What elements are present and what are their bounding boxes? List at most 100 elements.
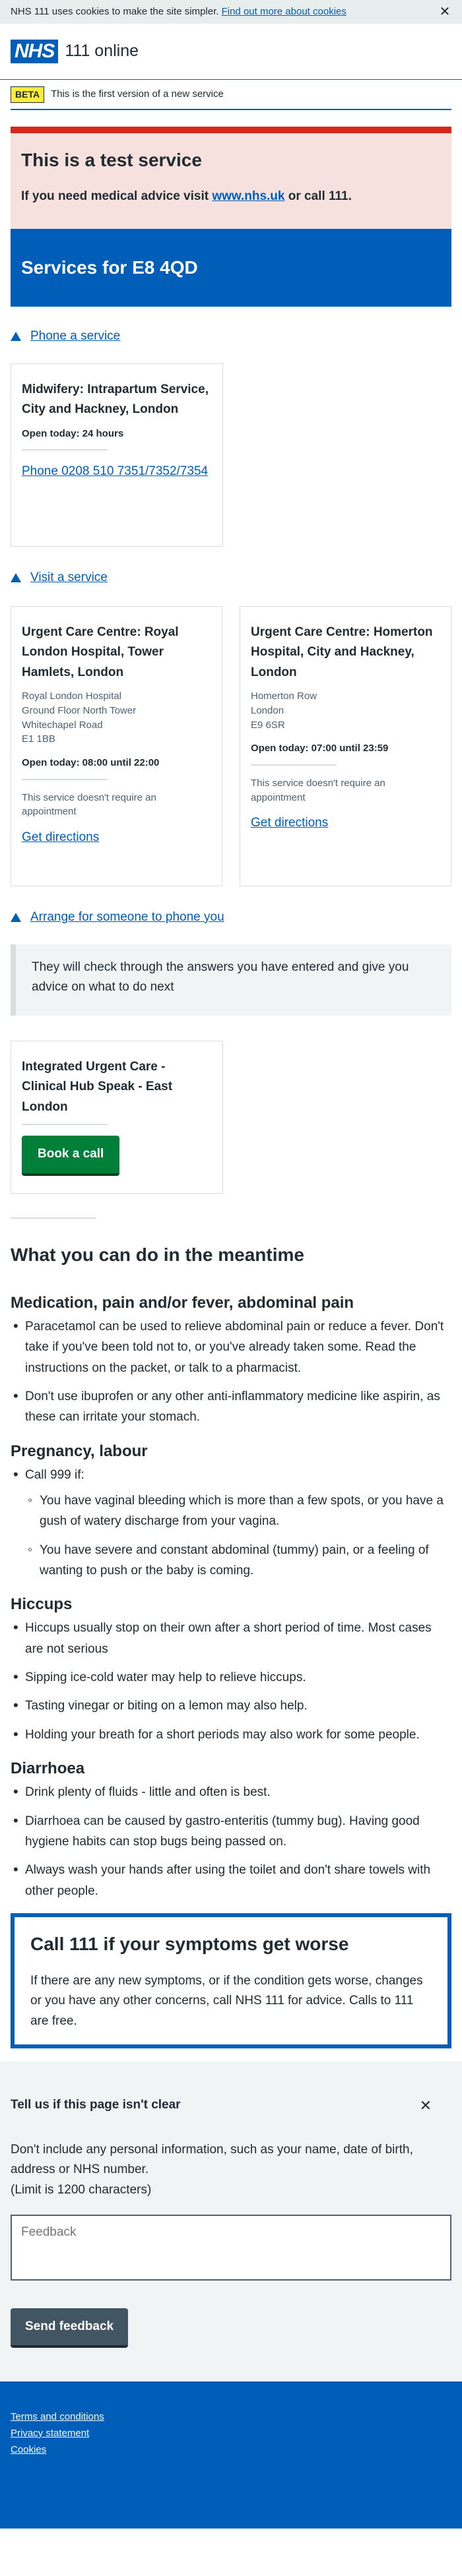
service-name[interactable]: 111 online bbox=[65, 39, 139, 64]
care-card-title: Call 111 if your symptoms get worse bbox=[30, 1933, 349, 1954]
service-card: Urgent Care Centre: Royal London Hospita… bbox=[11, 606, 222, 886]
test-service-title: This is a test service bbox=[21, 150, 202, 170]
sub-list: You have vaginal bleeding which is more … bbox=[25, 1490, 451, 1581]
service-card: Midwifery: Intrapartum Service, City and… bbox=[11, 363, 223, 547]
card-divider bbox=[22, 449, 108, 451]
footer-link-privacy[interactable]: Privacy statement bbox=[11, 2426, 451, 2442]
feedback-text: Don't include any personal information, … bbox=[11, 2143, 413, 2177]
feedback-input[interactable] bbox=[11, 2215, 451, 2281]
beta-divider bbox=[11, 109, 451, 110]
meantime-title: What you can do in the meantime bbox=[11, 1244, 304, 1265]
opening-times: Open today: 07:00 until 23:59 bbox=[251, 743, 389, 754]
callback-link[interactable]: Arrange for someone to phone you bbox=[30, 908, 224, 927]
address-line: Royal London Hospital bbox=[22, 690, 121, 702]
list-item-text: Call 999 if: bbox=[25, 1467, 84, 1482]
book-call-button[interactable]: Book a call bbox=[22, 1136, 120, 1176]
send-feedback-button[interactable]: Send feedback bbox=[11, 2308, 129, 2348]
advice-section: Medication, pain and/or fever, abdominal… bbox=[0, 1291, 462, 1901]
service-name-heading: Urgent Care Centre: Royal London Hospita… bbox=[22, 625, 179, 679]
list-item: Call 999 if: You have vaginal bleeding w… bbox=[11, 1465, 451, 1581]
address-line: Whitechapel Road bbox=[22, 719, 103, 731]
cookie-text: NHS 111 uses cookies to make the site si… bbox=[11, 5, 219, 17]
feedback-instructions: Don't include any personal information, … bbox=[11, 2140, 451, 2200]
nhs-website-link[interactable]: www.nhs.uk bbox=[212, 189, 284, 203]
beta-banner: BETA This is the first version of a new … bbox=[0, 80, 462, 109]
services-title: Services for E8 4QD bbox=[21, 257, 198, 278]
cookie-banner: NHS 111 uses cookies to make the site si… bbox=[0, 0, 462, 24]
test-service-text: If you need medical advice visit www.nhs… bbox=[21, 187, 441, 206]
visit-service-link[interactable]: Visit a service bbox=[30, 568, 108, 588]
service-name-heading: Midwifery: Intrapartum Service, City and… bbox=[22, 383, 209, 417]
visit-service-toggle[interactable]: Visit a service bbox=[0, 567, 462, 589]
feedback-limit: (Limit is 1200 characters) bbox=[11, 2182, 152, 2197]
site-header: NHS 111 online bbox=[0, 24, 462, 79]
list-item: Hiccups usually stop on their own after … bbox=[11, 1618, 451, 1659]
address-line: E9 6SR bbox=[251, 719, 285, 731]
list-item: Sipping ice-cold water may help to relie… bbox=[11, 1667, 451, 1688]
get-directions-link[interactable]: Get directions bbox=[22, 830, 99, 844]
triangle-up-icon bbox=[11, 913, 21, 922]
address-line: Homerton Row bbox=[251, 690, 317, 702]
advice-list: Paracetamol can be used to relieve abdom… bbox=[11, 1316, 451, 1428]
triangle-up-icon bbox=[11, 573, 21, 582]
site-footer: Terms and conditions Privacy statement C… bbox=[0, 2381, 462, 2529]
sub-list-item: You have severe and constant abdominal (… bbox=[25, 1540, 451, 1581]
service-name-heading: Urgent Care Centre: Homerton Hospital, C… bbox=[251, 625, 433, 679]
advice-list: Hiccups usually stop on their own after … bbox=[11, 1618, 451, 1745]
footer-link-cookies[interactable]: Cookies bbox=[11, 2442, 451, 2459]
card-divider bbox=[22, 778, 108, 780]
card-divider bbox=[22, 1124, 108, 1126]
triangle-up-icon bbox=[11, 332, 21, 341]
appointment-note: This service doesn't require an appointm… bbox=[251, 777, 385, 803]
test-service-text-after: or call 111. bbox=[284, 189, 352, 203]
advice-heading: Hiccups bbox=[11, 1595, 73, 1614]
callback-toggle[interactable]: Arrange for someone to phone you bbox=[0, 906, 462, 929]
service-card: Urgent Care Centre: Homerton Hospital, C… bbox=[240, 606, 451, 886]
sub-list-item: You have vaginal bleeding which is more … bbox=[25, 1490, 451, 1532]
service-card: Integrated Urgent Care - Clinical Hub Sp… bbox=[11, 1041, 223, 1194]
list-item: Always wash your hands after using the t… bbox=[11, 1860, 451, 1901]
footer-link-terms[interactable]: Terms and conditions bbox=[11, 2409, 451, 2426]
service-address: Royal London Hospital Ground Floor North… bbox=[22, 689, 211, 747]
callback-info: They will check through the answers you … bbox=[11, 944, 451, 1016]
test-service-notice: This is a test service If you need medic… bbox=[11, 127, 451, 229]
advice-heading: Pregnancy, labour bbox=[11, 1442, 148, 1460]
list-item: Holding your breath for a short periods … bbox=[11, 1725, 451, 1745]
advice-list: Drink plenty of fluids - little and ofte… bbox=[11, 1782, 451, 1901]
card-divider bbox=[251, 764, 337, 766]
service-address: Homerton Row London E9 6SR bbox=[251, 689, 440, 732]
phone-service-link[interactable]: Phone a service bbox=[30, 327, 120, 346]
phone-service-cards: Midwifery: Intrapartum Service, City and… bbox=[0, 363, 462, 547]
get-directions-link[interactable]: Get directions bbox=[251, 816, 328, 830]
close-icon[interactable]: ✕ bbox=[438, 2, 451, 22]
beta-tag: BETA bbox=[11, 86, 45, 103]
care-card-text: If there are any new symptoms, or if the… bbox=[30, 1973, 423, 2028]
opening-times: Open today: 08:00 until 22:00 bbox=[22, 757, 160, 769]
nhs-logo[interactable]: NHS bbox=[11, 40, 59, 63]
callback-cards: Integrated Urgent Care - Clinical Hub Sp… bbox=[0, 1041, 462, 1194]
phone-link[interactable]: Phone 0208 510 7351/7352/7354 bbox=[22, 461, 212, 481]
list-item: Paracetamol can be used to relieve abdom… bbox=[11, 1316, 451, 1378]
close-icon[interactable]: ✕ bbox=[420, 2095, 432, 2116]
cookie-info-link[interactable]: Find out more about cookies bbox=[222, 6, 346, 17]
beta-text: This is the first version of a new servi… bbox=[51, 88, 224, 100]
services-banner: Services for E8 4QD bbox=[11, 229, 451, 307]
visit-service-cards: Urgent Care Centre: Royal London Hospita… bbox=[0, 606, 462, 886]
address-line: E1 1BB bbox=[22, 733, 55, 745]
feedback-header: Tell us if this page isn't clear ✕ bbox=[11, 2095, 451, 2116]
care-card: Call 111 if your symptoms get worse If t… bbox=[11, 1913, 451, 2049]
list-item: Tasting vinegar or biting on a lemon may… bbox=[11, 1696, 451, 1716]
opening-times: Open today: 24 hours bbox=[22, 427, 124, 439]
advice-list: Call 999 if: You have vaginal bleeding w… bbox=[11, 1465, 451, 1581]
appointment-note: This service doesn't require an appointm… bbox=[22, 791, 156, 818]
address-line: Ground Floor North Tower bbox=[22, 704, 137, 716]
list-item: Diarrhoea can be caused by gastro-enteri… bbox=[11, 1811, 451, 1853]
service-name-heading: Integrated Urgent Care - Clinical Hub Sp… bbox=[22, 1060, 173, 1114]
advice-heading: Medication, pain and/or fever, abdominal… bbox=[11, 1294, 354, 1312]
cookie-message: NHS 111 uses cookies to make the site si… bbox=[11, 5, 438, 20]
feedback-section: Tell us if this page isn't clear ✕ Don't… bbox=[0, 2062, 462, 2382]
test-service-text-before: If you need medical advice visit bbox=[21, 189, 213, 203]
advice-heading: Diarrhoea bbox=[11, 1760, 85, 1778]
list-item: Drink plenty of fluids - little and ofte… bbox=[11, 1782, 451, 1802]
phone-service-toggle[interactable]: Phone a service bbox=[0, 325, 462, 348]
